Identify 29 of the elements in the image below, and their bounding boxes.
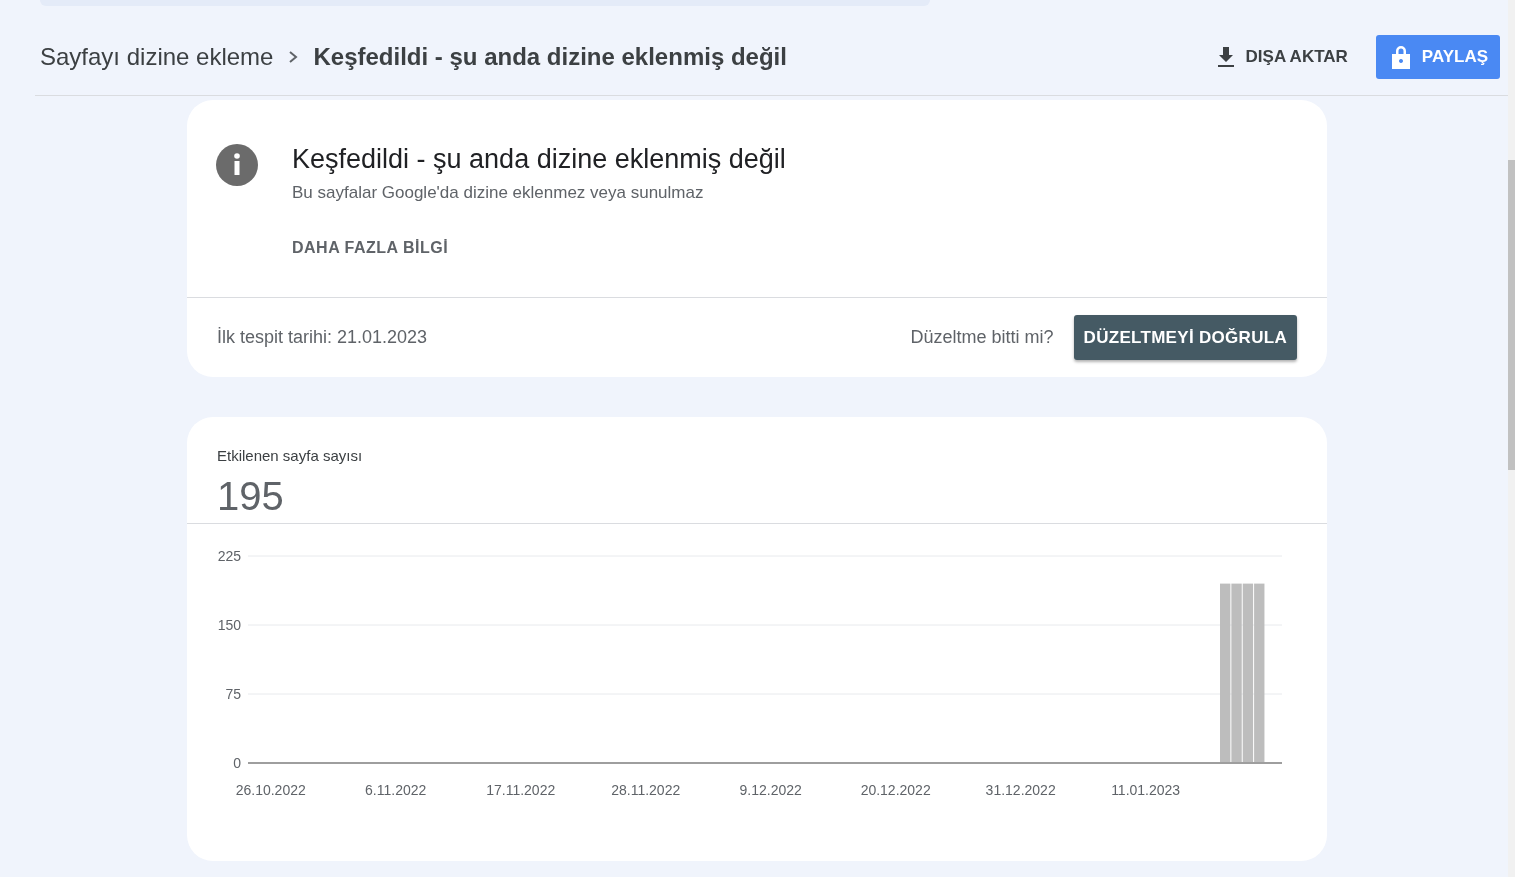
export-button[interactable]: DIŞA AKTAR (1207, 37, 1356, 76)
first-detected-date: İlk tespit tarihi: 21.01.2023 (217, 327, 429, 348)
fix-prompt: Düzeltme bitti mi? (910, 327, 1054, 348)
y-tick-label: 75 (225, 686, 241, 702)
y-tick-label: 225 (217, 548, 241, 564)
learn-more-link[interactable]: DAHA FAZLA BİLGİ (292, 239, 449, 257)
validate-fix-button[interactable]: DÜZELTMEYİ DOĞRULA (1073, 315, 1297, 360)
lock-icon (1389, 43, 1412, 70)
y-tick-label: 150 (217, 617, 241, 633)
y-tick-label: 0 (233, 755, 241, 771)
info-icon (216, 144, 258, 186)
issue-description: Bu sayfalar Google'da dizine eklenmez veya sunulmaz (292, 183, 705, 203)
x-tick-label: 17.11.2022 (486, 782, 556, 798)
x-tick-label: 20.12.2022 (860, 782, 931, 798)
chevron-right-icon (287, 49, 300, 64)
x-tick-label: 11.01.2023 (1111, 782, 1181, 798)
page-count: 195 (217, 474, 285, 519)
metric-label: Etkilenen sayfa sayısı (217, 447, 364, 464)
x-tick-label: 9.12.2022 (739, 782, 802, 798)
scrollbar[interactable] (1508, 0, 1515, 877)
page-title: Keşfedildi - şu anda dizine eklenmiş değil (313, 42, 787, 71)
breadcrumb-link[interactable]: Sayfayı dizine ekleme (40, 42, 274, 71)
x-tick-label: 6.11.2022 (365, 782, 427, 798)
x-tick-label: 31.12.2022 (985, 782, 1056, 798)
x-tick-label: 28.11.2022 (611, 782, 681, 798)
issue-title: Keşfedildi - şu anda dizine eklenmiş değil (292, 144, 786, 175)
download-icon (1215, 45, 1236, 68)
x-tick-label: 26.10.2022 (235, 782, 306, 798)
scrollbar-thumb[interactable] (1508, 160, 1515, 470)
